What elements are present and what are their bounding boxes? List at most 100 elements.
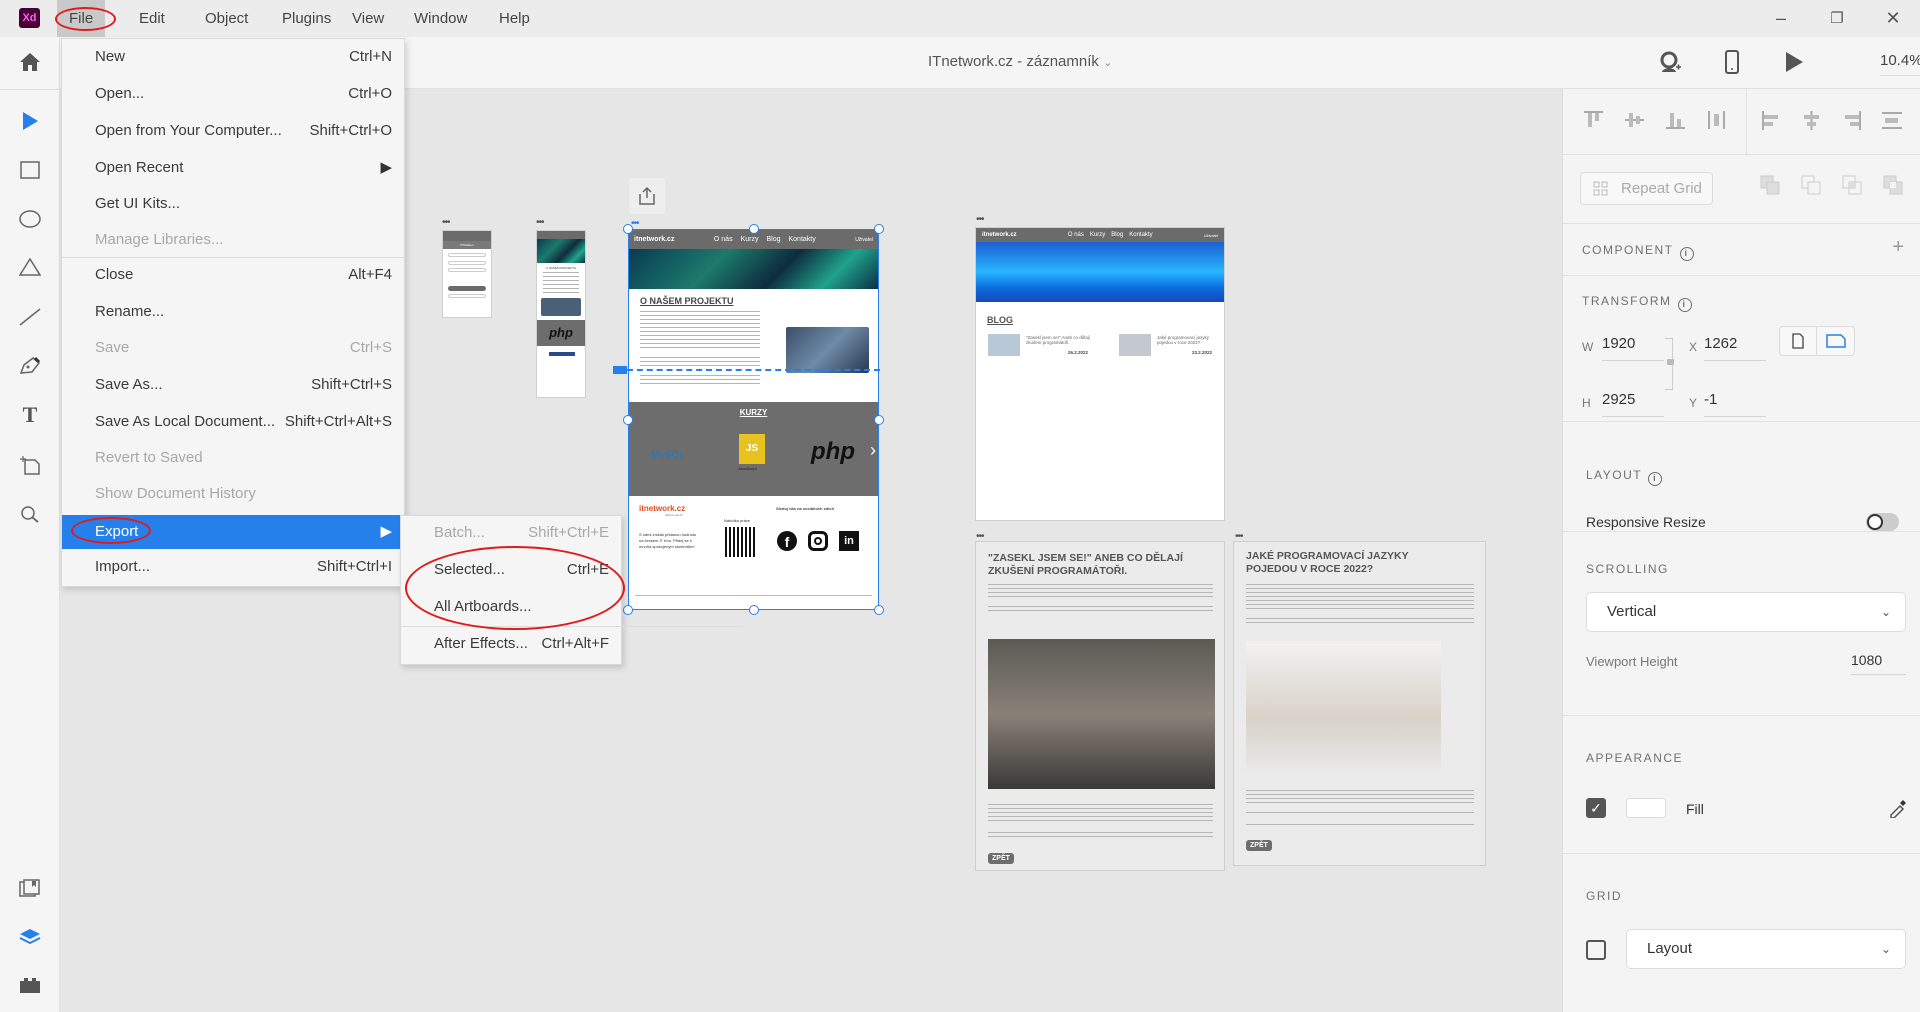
device-preview-icon[interactable] bbox=[1724, 50, 1740, 79]
layers-icon[interactable] bbox=[18, 925, 42, 949]
artboard-blog[interactable]: itnetwork.cz O nás Kurzy Blog Kontakty Uživ… bbox=[975, 227, 1225, 521]
boolean-exclude-icon[interactable] bbox=[1883, 175, 1903, 195]
about-heading: O NAŠEM PROJEKTU bbox=[640, 296, 734, 306]
align-top-icon[interactable] bbox=[1583, 110, 1604, 130]
portrait-orientation-button[interactable] bbox=[1780, 327, 1817, 355]
artboard-dots[interactable]: ••• bbox=[442, 217, 450, 228]
line-tool-icon[interactable] bbox=[18, 305, 42, 329]
width-input[interactable]: 1920 bbox=[1602, 335, 1664, 361]
play-preview-icon[interactable] bbox=[1784, 51, 1804, 78]
landscape-orientation-button[interactable] bbox=[1817, 327, 1854, 355]
menu-item-import[interactable]: Import... Shift+Ctrl+I bbox=[62, 552, 404, 582]
menu-window[interactable]: Window bbox=[402, 0, 479, 37]
resize-handle[interactable] bbox=[874, 605, 884, 615]
menu-item-show-document-history[interactable]: Show Document History bbox=[62, 479, 404, 509]
responsive-resize-toggle[interactable] bbox=[1866, 513, 1899, 531]
align-right-icon[interactable] bbox=[1841, 110, 1862, 130]
artboard-article-2[interactable]: JAKÉ PROGRAMOVACÍ JAZYKY POJEDOU V ROCE … bbox=[1233, 541, 1486, 866]
menu-view[interactable]: View bbox=[340, 0, 396, 37]
restore-button[interactable]: ❐ bbox=[1812, 0, 1862, 37]
share-user-icon[interactable] bbox=[1658, 50, 1682, 79]
share-export-button[interactable] bbox=[629, 178, 665, 214]
layout-section: LAYOUT i Responsive Resize bbox=[1563, 422, 1920, 532]
menu-item-batch[interactable]: Batch... Shift+Ctrl+E bbox=[401, 518, 621, 548]
document-assets-icon[interactable] bbox=[18, 877, 42, 901]
y-position-input[interactable]: -1 bbox=[1704, 391, 1766, 417]
menu-item-get-ui-kits[interactable]: Get UI Kits... bbox=[62, 189, 404, 219]
add-component-button[interactable]: + bbox=[1892, 236, 1904, 259]
x-position-input[interactable]: 1262 bbox=[1704, 335, 1766, 361]
menu-item-open-from-computer[interactable]: Open from Your Computer... Shift+Ctrl+O bbox=[62, 116, 404, 146]
resize-handle[interactable] bbox=[623, 415, 633, 425]
text-tool-icon[interactable]: T bbox=[18, 402, 42, 427]
menu-help[interactable]: Help bbox=[487, 0, 542, 37]
resize-handle[interactable] bbox=[874, 224, 884, 234]
menu-item-open[interactable]: Open... Ctrl+O bbox=[62, 79, 404, 109]
nav-links: O nás Kurzy Blog Kontakty bbox=[713, 236, 816, 243]
fill-checkbox[interactable]: ✓ bbox=[1586, 798, 1606, 818]
info-icon[interactable]: i bbox=[1679, 247, 1694, 261]
info-icon[interactable]: i bbox=[1648, 472, 1663, 486]
boolean-add-icon[interactable] bbox=[1760, 175, 1780, 195]
distribute-horizontal-icon[interactable] bbox=[1881, 110, 1902, 130]
menu-item-after-effects[interactable]: After Effects... Ctrl+Alt+F bbox=[401, 629, 621, 659]
align-bottom-icon[interactable] bbox=[1665, 110, 1686, 130]
menu-plugins[interactable]: Plugins bbox=[270, 0, 343, 37]
document-title[interactable]: ITnetwork.cz - záznamník ⌄ bbox=[928, 53, 1112, 70]
menu-item-save-as[interactable]: Save As... Shift+Ctrl+S bbox=[62, 370, 404, 400]
rectangle-tool-icon[interactable] bbox=[18, 158, 42, 182]
distribute-vertical-icon[interactable] bbox=[1706, 110, 1727, 130]
ellipse-tool-icon[interactable] bbox=[18, 207, 42, 231]
align-left-icon[interactable] bbox=[1761, 110, 1782, 130]
repeat-grid-section: Repeat Grid bbox=[1563, 155, 1920, 224]
resize-handle[interactable] bbox=[623, 605, 633, 615]
zoom-tool-icon[interactable] bbox=[18, 502, 42, 526]
resize-handle[interactable] bbox=[874, 415, 884, 425]
pen-tool-icon[interactable] bbox=[18, 353, 42, 377]
artboard-dots[interactable]: ••• bbox=[976, 214, 984, 225]
grid-checkbox[interactable] bbox=[1586, 940, 1606, 960]
menu-item-close[interactable]: Close Alt+F4 bbox=[62, 260, 404, 290]
resize-handle[interactable] bbox=[749, 224, 759, 234]
menu-item-open-recent[interactable]: Open Recent ▶ bbox=[62, 153, 404, 183]
boolean-subtract-icon[interactable] bbox=[1801, 175, 1821, 195]
home-icon[interactable] bbox=[18, 50, 42, 74]
resize-handle[interactable] bbox=[749, 605, 759, 615]
menu-item-rename[interactable]: Rename... bbox=[62, 297, 404, 327]
align-center-icon[interactable] bbox=[1801, 110, 1822, 130]
height-input[interactable]: 2925 bbox=[1602, 391, 1664, 417]
plugins-icon[interactable] bbox=[18, 973, 42, 997]
info-icon[interactable]: i bbox=[1677, 298, 1692, 312]
viewport-height-handle[interactable] bbox=[613, 366, 627, 374]
boolean-intersect-icon[interactable] bbox=[1842, 175, 1862, 195]
minimize-button[interactable]: – bbox=[1756, 0, 1806, 37]
menu-separator bbox=[62, 257, 404, 258]
artboard-mobile-login[interactable]: Přihlášení bbox=[442, 230, 492, 318]
annotation-export-options-circle bbox=[405, 546, 625, 630]
repeat-grid-button[interactable]: Repeat Grid bbox=[1580, 172, 1713, 205]
about-section: O NAŠEM PROJEKTU bbox=[629, 289, 878, 402]
eyedropper-icon[interactable] bbox=[1888, 798, 1908, 818]
artboard-dots[interactable]: ••• bbox=[536, 217, 544, 228]
menu-item-manage-libraries[interactable]: Manage Libraries... bbox=[62, 225, 404, 255]
viewport-height-input[interactable]: 1080 bbox=[1851, 652, 1906, 675]
zoom-level-select[interactable]: 10.4%⌄ bbox=[1880, 52, 1920, 76]
artboard-mobile-about[interactable]: O NAŠEM PROJEKTU php bbox=[536, 230, 586, 398]
menu-item-save[interactable]: Save Ctrl+S bbox=[62, 333, 404, 363]
select-tool-icon[interactable] bbox=[18, 109, 42, 133]
resize-handle[interactable] bbox=[623, 224, 633, 234]
close-window-button[interactable]: ✕ bbox=[1868, 0, 1918, 37]
artboard-article-1[interactable]: "ZASEKL JSEM SE!" ANEB CO DĚLAJÍ ZKUŠENÍ… bbox=[975, 541, 1225, 871]
fill-color-swatch[interactable] bbox=[1626, 798, 1666, 818]
polygon-tool-icon[interactable] bbox=[18, 255, 42, 279]
scrolling-dropdown[interactable]: Vertical ⌄ bbox=[1586, 592, 1906, 632]
menu-item-revert-to-saved[interactable]: Revert to Saved bbox=[62, 443, 404, 473]
menu-object[interactable]: Object bbox=[193, 0, 260, 37]
menu-item-new[interactable]: New Ctrl+N bbox=[62, 42, 404, 72]
menu-edit[interactable]: Edit bbox=[127, 0, 177, 37]
artboard-main-selected[interactable]: itnetwork.cz O nás Kurzy Blog Kontakty Uživ… bbox=[628, 229, 879, 610]
artboard-tool-icon[interactable] bbox=[18, 453, 42, 477]
grid-type-dropdown[interactable]: Layout ⌄ bbox=[1626, 929, 1906, 969]
align-middle-icon[interactable] bbox=[1624, 110, 1645, 130]
menu-item-save-as-local[interactable]: Save As Local Document... Shift+Ctrl+Alt+… bbox=[62, 407, 404, 437]
